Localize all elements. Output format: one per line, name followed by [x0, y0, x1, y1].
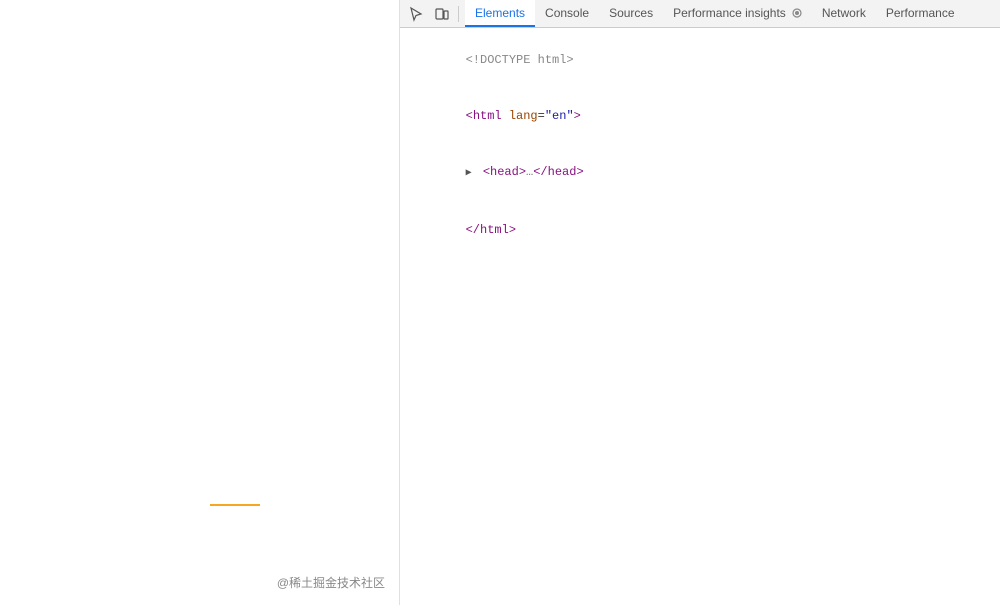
tab-performance[interactable]: Performance	[876, 0, 965, 27]
html-close-open-bracket: </	[466, 223, 480, 237]
inspect-element-button[interactable]	[404, 2, 428, 26]
device-toggle-button[interactable]	[430, 2, 454, 26]
html-open-line[interactable]: <html lang="en">	[400, 88, 1000, 144]
tab-console[interactable]: Console	[535, 0, 599, 27]
html-tag-name: html	[473, 109, 502, 123]
device-icon	[434, 6, 450, 22]
main-layout: @稀土掘金技术社区	[0, 0, 1000, 605]
record-icon	[792, 8, 802, 18]
html-tag-bracket-close: >	[574, 109, 581, 123]
doctype-text: <!DOCTYPE html>	[466, 53, 574, 67]
tab-separator	[458, 6, 459, 22]
head-close-bracket: >	[519, 165, 526, 179]
head-line[interactable]: ▶ <head>…</head>	[400, 144, 1000, 202]
tabs-container: Elements Console Sources Performance ins…	[465, 0, 965, 27]
html-close-tag-name: html	[480, 223, 509, 237]
html-attr-space	[502, 109, 509, 123]
html-tag-bracket-open: <	[466, 109, 473, 123]
tab-sources[interactable]: Sources	[599, 0, 663, 27]
tab-elements[interactable]: Elements	[465, 0, 535, 27]
head-open-bracket: <	[483, 165, 490, 179]
head-tag-name: head	[490, 165, 519, 179]
html-attr-lang-name: lang	[509, 109, 538, 123]
tab-network[interactable]: Network	[812, 0, 876, 27]
tab-icons	[400, 2, 465, 26]
doctype-line[interactable]: <!DOCTYPE html>	[400, 32, 1000, 88]
watermark: @稀土掘金技术社区	[277, 574, 385, 591]
html-close-line[interactable]: </html>	[400, 202, 1000, 258]
devtools-panel: Elements Console Sources Performance ins…	[400, 0, 1000, 605]
html-close-bracket: >	[509, 223, 516, 237]
html-attr-lang-value: "en"	[545, 109, 574, 123]
elements-content[interactable]: <!DOCTYPE html> <html lang="en"> ▶ <head…	[400, 28, 1000, 605]
tab-bar: Elements Console Sources Performance ins…	[400, 0, 1000, 28]
cursor-icon	[408, 6, 424, 22]
browser-viewport: @稀土掘金技术社区	[0, 0, 400, 605]
tab-performance-insights[interactable]: Performance insights	[663, 0, 812, 27]
head-triangle[interactable]: ▶	[466, 165, 476, 183]
yellow-line	[210, 504, 260, 506]
